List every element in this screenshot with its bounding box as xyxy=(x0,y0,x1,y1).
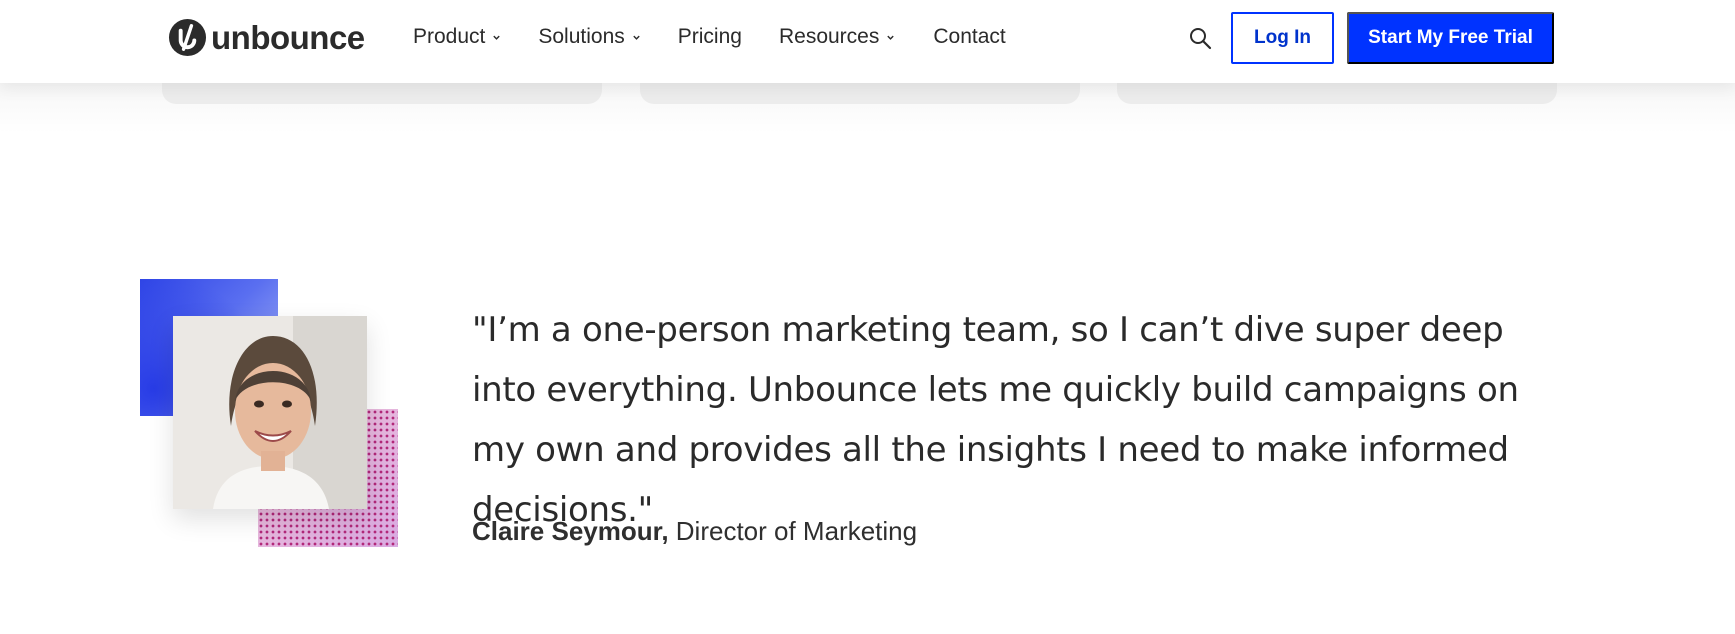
nav-pricing[interactable]: Pricing xyxy=(678,25,742,49)
nav-pricing-label: Pricing xyxy=(677,25,742,48)
unbounce-logo[interactable]: unbounce xyxy=(168,17,365,57)
testimonial-author-name: Claire Seymour, xyxy=(472,516,669,546)
nav-contact[interactable]: Contact xyxy=(933,25,1005,49)
testimonial-author-title: Director of Marketing xyxy=(675,516,918,546)
testimonial-quote: "I’m a one-person marketing team, so I c… xyxy=(472,310,1519,530)
nav-resources-label: Resources xyxy=(778,25,880,48)
nav-product[interactable]: Product xyxy=(413,25,501,49)
nav-solutions[interactable]: Solutions xyxy=(538,25,640,49)
nav-resources[interactable]: Resources xyxy=(779,25,895,49)
search-icon[interactable] xyxy=(1188,26,1212,50)
testimonial-attribution: Claire Seymour, Director of Marketing xyxy=(472,516,917,547)
start-free-trial-button[interactable]: Start My Free Trial xyxy=(1347,12,1554,64)
brand-name: unbounce xyxy=(211,18,365,56)
person-portrait-image xyxy=(173,316,367,509)
chevron-down-icon xyxy=(493,35,501,40)
site-header: unbounce Product Solutions Pricing Resou… xyxy=(0,0,1735,83)
page: unbounce Product Solutions Pricing Resou… xyxy=(0,0,1735,634)
nav-solutions-label: Solutions xyxy=(538,25,625,48)
chevron-down-icon xyxy=(887,35,895,40)
testimonial-photo xyxy=(173,316,367,509)
nav-product-label: Product xyxy=(413,25,486,48)
unbounce-logo-icon xyxy=(168,18,207,56)
nav-contact-label: Contact xyxy=(933,25,1006,48)
login-button[interactable]: Log In xyxy=(1231,12,1334,64)
main-nav: Product Solutions Pricing Resources Cont… xyxy=(413,0,1006,74)
chevron-down-icon xyxy=(633,35,640,40)
